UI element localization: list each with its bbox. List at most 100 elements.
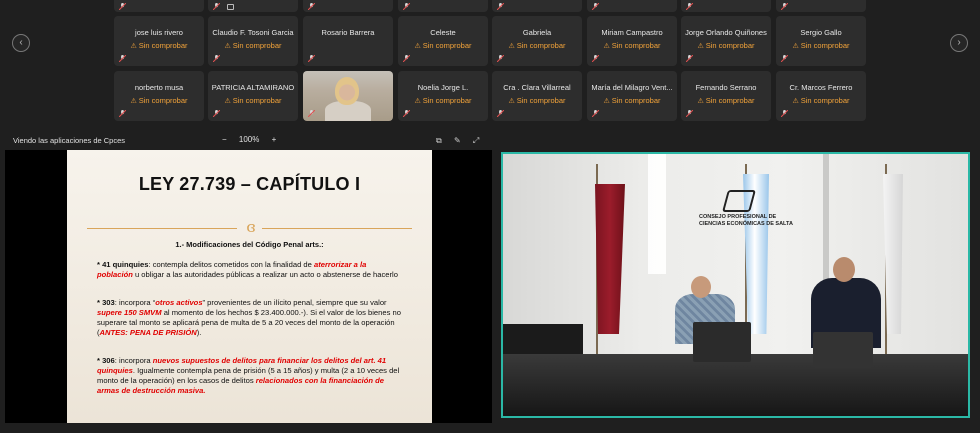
- participant-tile-partial[interactable]: [492, 0, 582, 12]
- participant-tile-partial[interactable]: [398, 0, 488, 12]
- participant-tile-partial[interactable]: [114, 0, 204, 12]
- participant-tile[interactable]: PATRICIA ALTAMIRANO ⚠ Sin comprobar: [208, 71, 298, 121]
- verification-status: ⚠ Sin comprobar: [587, 41, 677, 50]
- laptop: [813, 332, 873, 368]
- council-logo-text: CONSEJO PROFESIONAL DE CIENCIAS ECONÓMIC…: [699, 214, 793, 227]
- participant-name: Gabriela: [522, 28, 552, 37]
- participant-tile[interactable]: Gabriela ⚠ Sin comprobar: [492, 16, 582, 66]
- verification-status: ⚠ Sin comprobar: [398, 96, 488, 105]
- participant-name: Jorge Orlando Quiñones: [685, 28, 767, 37]
- highlight: otros activos: [155, 298, 203, 307]
- mic-muted-icon: [497, 55, 504, 62]
- text: u obligar a las autoridades públicas a r…: [132, 270, 398, 279]
- participant-tile[interactable]: Cra . Clara Villarreal ⚠ Sin comprobar: [492, 71, 582, 121]
- bullet-label: * 303: [97, 298, 115, 307]
- slide-paragraph-41-quinquies: * 41 quinquies: contempla delitos cometi…: [97, 260, 402, 280]
- warning-icon: ⚠: [414, 98, 421, 105]
- mic-muted-icon: [686, 110, 693, 117]
- mic-muted-icon: [781, 3, 788, 10]
- participant-name: Rosario Barrera: [321, 28, 375, 37]
- mic-muted-icon: [592, 3, 599, 10]
- warning-icon: ⚠: [603, 43, 610, 50]
- participant-tile[interactable]: Miriam Campastro ⚠ Sin comprobar: [587, 16, 677, 66]
- participant-tile[interactable]: Noelia Jorge L. ⚠ Sin comprobar: [398, 71, 488, 121]
- participant-name: Cra . Clara Villarreal: [503, 83, 571, 92]
- gallery-prev-button[interactable]: ‹: [12, 34, 30, 52]
- participant-tile[interactable]: norberto musa ⚠ Sin comprobar: [114, 71, 204, 121]
- warning-icon: ⚠: [792, 98, 799, 105]
- mic-muted-icon: [403, 3, 410, 10]
- participants-gallery: ‹ › jose luis rivero ⚠ Sin comprobar Claudi…: [0, 0, 980, 128]
- participant-tile[interactable]: María del Milagro Vent... ⚠ Sin comprobar: [587, 71, 677, 121]
- mic-muted-icon: [213, 3, 220, 10]
- status-text: Sin comprobar: [138, 96, 188, 105]
- participant-tile-partial[interactable]: [587, 0, 677, 12]
- participant-tile[interactable]: Cr. Marcos Ferrero ⚠ Sin comprobar: [776, 71, 866, 121]
- slide-title: LEY 27.739 – CAPÍTULO I: [138, 174, 361, 194]
- ornament-icon: ɞ: [246, 218, 256, 236]
- participant-tile[interactable]: Rosario Barrera: [303, 16, 393, 66]
- participant-name: Noelia Jorge L.: [417, 83, 469, 92]
- verification-status: ⚠ Sin comprobar: [681, 41, 771, 50]
- participant-tile-partial[interactable]: [681, 0, 771, 12]
- participant-tile[interactable]: jose luis rivero ⚠ Sin comprobar: [114, 16, 204, 66]
- participant-tile[interactable]: Fernando Serrano ⚠ Sin comprobar: [681, 71, 771, 121]
- participant-tile-partial[interactable]: [776, 0, 866, 12]
- zoom-in-button[interactable]: +: [272, 135, 277, 144]
- participant-name: jose luis rivero: [135, 28, 183, 37]
- status-text: Sin comprobar: [422, 96, 472, 105]
- participant-tile[interactable]: Jorge Orlando Quiñones ⚠ Sin comprobar: [681, 16, 771, 66]
- verification-status: ⚠ Sin comprobar: [776, 96, 866, 105]
- mic-muted-icon: [781, 55, 788, 62]
- status-text: Sin comprobar: [232, 96, 282, 105]
- warning-icon: ⚠: [792, 43, 799, 50]
- participant-name: María del Milagro Vent...: [591, 83, 673, 92]
- participant-tile[interactable]: Sergio Gallo ⚠ Sin comprobar: [776, 16, 866, 66]
- warning-icon: ⚠: [130, 98, 137, 105]
- zoom-level: 100%: [238, 135, 260, 144]
- gallery-next-button[interactable]: ›: [950, 34, 968, 52]
- status-text: Sin comprobar: [705, 96, 755, 105]
- participant-name: Celeste: [430, 28, 456, 37]
- mic-muted-icon: [686, 3, 693, 10]
- zoom-controls: − 100% +: [222, 135, 286, 144]
- warning-icon: ⚠: [508, 98, 515, 105]
- mic-muted-icon: [119, 55, 126, 62]
- fullscreen-icon[interactable]: ⤢: [473, 136, 479, 146]
- status-text: Sin comprobar: [611, 96, 661, 105]
- speaker-video[interactable]: CONSEJO PROFESIONAL DE CIENCIAS ECONÓMIC…: [501, 152, 970, 418]
- warning-icon: ⚠: [603, 98, 610, 105]
- verification-status: ⚠ Sin comprobar: [776, 41, 866, 50]
- status-text: Sin comprobar: [800, 96, 850, 105]
- mic-muted-icon: [497, 3, 504, 10]
- participant-tile-partial[interactable]: [208, 0, 298, 12]
- mic-muted-icon: [308, 3, 315, 10]
- share-title: Viendo las aplicaciones de Cpces: [13, 136, 126, 145]
- status-text: Sin comprobar: [422, 41, 472, 50]
- verification-status: ⚠ Sin comprobar: [681, 96, 771, 105]
- slide-paragraph-306: * 306: incorpora nuevos supuestos de del…: [97, 356, 402, 396]
- participant-tile-partial[interactable]: [303, 0, 393, 12]
- mic-muted-icon: [686, 55, 693, 62]
- mic-muted-icon: [403, 110, 410, 117]
- participant-name: Claudio F. Tosoni Garcia: [212, 28, 294, 37]
- participant-name: Miriam Campastro: [601, 28, 663, 37]
- verification-status: ⚠ Sin comprobar: [114, 96, 204, 105]
- verification-status: ⚠ Sin comprobar: [587, 96, 677, 105]
- warning-icon: ⚠: [224, 98, 231, 105]
- warning-icon: ⚠: [697, 98, 704, 105]
- mic-muted-icon: [403, 55, 410, 62]
- verification-status: ⚠ Sin comprobar: [208, 41, 298, 50]
- participant-tile[interactable]: [303, 71, 393, 121]
- mic-muted-icon: [213, 110, 220, 117]
- draw-icon[interactable]: ✎: [454, 136, 461, 145]
- popout-icon[interactable]: ⧉: [436, 136, 442, 146]
- zoom-out-button[interactable]: −: [222, 135, 227, 144]
- participant-video-feed: [335, 77, 359, 105]
- warning-icon: ⚠: [508, 43, 515, 50]
- participant-tile[interactable]: Claudio F. Tosoni Garcia ⚠ Sin comprobar: [208, 16, 298, 66]
- bullet-label: * 306: [97, 356, 115, 365]
- verification-status: ⚠ Sin comprobar: [492, 41, 582, 50]
- participant-tile[interactable]: Celeste ⚠ Sin comprobar: [398, 16, 488, 66]
- slide-ornament: ɞ: [87, 218, 412, 236]
